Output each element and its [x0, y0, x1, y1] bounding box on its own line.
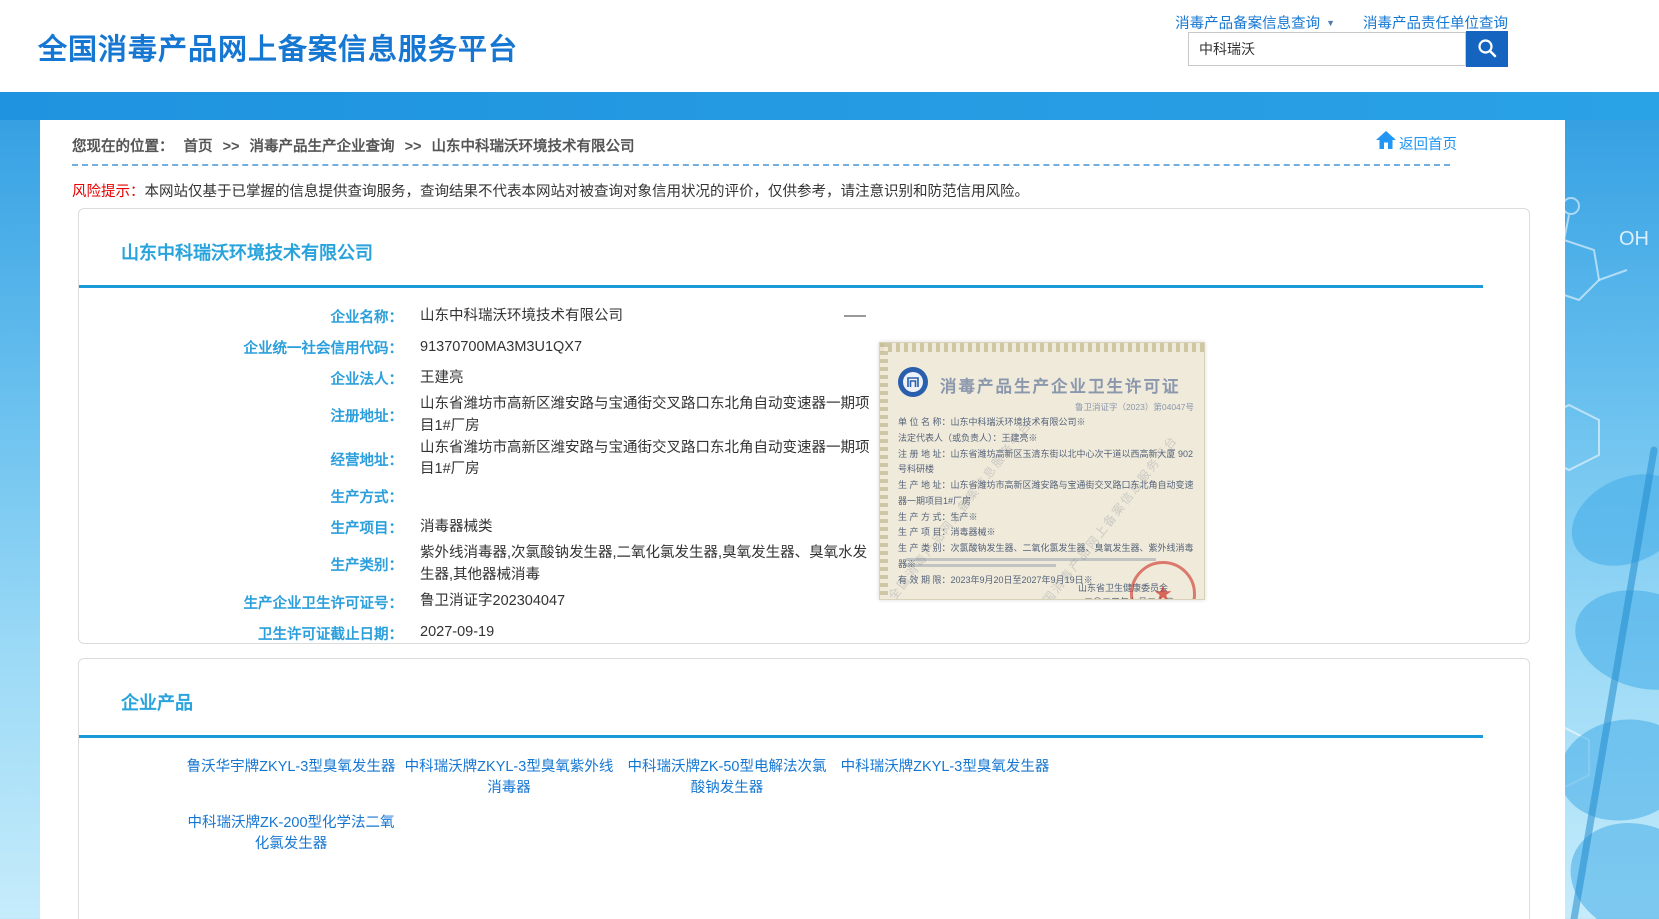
product-link[interactable]: 中科瑞沃牌ZK-50型电解法次氯酸钠发生器 — [621, 757, 833, 799]
certificate-fine-print — [906, 558, 1156, 570]
nav-responsible-unit-query-label: 消毒产品责任单位查询 — [1363, 12, 1508, 33]
certificate-border — [880, 343, 1204, 352]
field-value: 紫外线消毒器,次氯酸钠发生器,二氧化氯发生器,臭氧发生器、臭氧水发生器,其他器械… — [420, 543, 878, 587]
top-nav: 消毒产品备案信息查询 ▼ 消毒产品责任单位查询 — [1175, 12, 1508, 33]
field-value: 山东省潍坊市高新区潍安路与宝通街交叉路口东北角自动变速器一期项目1#厂房 — [420, 438, 878, 482]
nav-record-info-query[interactable]: 消毒产品备案信息查询 ▼ — [1175, 12, 1335, 33]
search-icon — [1476, 37, 1498, 62]
certificate-row: 单 位 名 称：山东中科瑞沃环境技术有限公司※ — [898, 415, 1196, 431]
product-link[interactable]: 中科瑞沃牌ZK-200型化学法二氧化氯发生器 — [185, 813, 397, 855]
field-value: 王建亮 — [420, 368, 464, 390]
breadcrumb-current-page: 山东中科瑞沃环境技术有限公司 — [432, 139, 635, 155]
site-header: 全国消毒产品网上备案信息服务平台 消毒产品备案信息查询 ▼ 消毒产品责任单位查询 — [0, 0, 1659, 92]
breadcrumb-enterprise-query-link[interactable]: 消毒产品生产企业查询 — [250, 139, 395, 155]
products-card: 企业产品 鲁沃华宇牌ZKYL-3型臭氧发生器 中科瑞沃牌ZKYL-3型臭氧紫外线… — [78, 658, 1530, 919]
field-row-production-category: 生产类别： 紫外线消毒器,次氯酸钠发生器,二氧化氯发生器,臭氧发生器、臭氧水发生… — [79, 543, 1529, 587]
field-value: 91370700MA3M3U1QX7 — [420, 337, 582, 359]
nav-responsible-unit-query[interactable]: 消毒产品责任单位查询 — [1363, 12, 1508, 33]
breadcrumb: 您现在的位置： 首页 >> 消毒产品生产企业查询 >> 山东中科瑞沃环境技术有限… — [72, 135, 641, 156]
image-placeholder-dash — [844, 315, 866, 317]
company-card-title: 山东中科瑞沃环境技术有限公司 — [121, 239, 373, 265]
hygiene-license-certificate-image: 消毒产品生产企业卫生许可证 鲁卫消证字（2023）第04047号 单 位 名 称… — [879, 342, 1205, 600]
back-home-link[interactable]: 返回首页 — [1375, 130, 1457, 154]
field-label: 生产类别： — [79, 554, 403, 575]
breadcrumb-home-link[interactable]: 首页 — [184, 139, 213, 155]
field-label: 生产企业卫生许可证号： — [79, 592, 403, 613]
field-value: 山东中科瑞沃环境技术有限公司 — [420, 306, 623, 328]
field-value: 2027-09-19 — [420, 622, 494, 644]
field-label: 企业法人： — [79, 368, 403, 389]
search-input[interactable] — [1188, 32, 1466, 66]
field-label: 企业名称： — [79, 306, 403, 327]
field-label: 卫生许可证截止日期： — [79, 623, 403, 644]
field-row-production-mode: 生产方式： — [79, 481, 1529, 512]
certificate-row: 生 产 地 址：山东省潍坊市高新区潍安路与宝通街交叉路口东北角自动变速器一期项目… — [898, 478, 1196, 510]
field-label: 经营地址： — [79, 449, 403, 470]
svg-text:OH: OH — [1619, 228, 1649, 250]
search-button[interactable] — [1466, 31, 1508, 67]
certificate-number: 鲁卫消证字（2023）第04047号 — [1075, 401, 1194, 413]
certificate-border — [880, 343, 888, 599]
field-value: 消毒器械类 — [420, 517, 493, 539]
certificate-row: 法定代表人（或负责人）：王建亮※ — [898, 431, 1196, 447]
risk-warning-text: 本网站仅基于已掌握的信息提供查询服务，查询结果不代表本网站对被查询对象信用状况的… — [145, 184, 1030, 200]
field-label: 生产方式： — [79, 486, 403, 507]
header-band — [0, 92, 1659, 120]
fine-print-line — [906, 564, 1056, 567]
field-label: 企业统一社会信用代码： — [79, 337, 403, 358]
certificate-title: 消毒产品生产企业卫生许可证 — [940, 373, 1181, 397]
risk-warning-label: 风险提示： — [72, 184, 145, 200]
fine-print-line — [906, 558, 1156, 561]
products-card-title: 企业产品 — [121, 689, 193, 715]
certificate-emblem-icon — [896, 365, 930, 404]
product-list: 鲁沃华宇牌ZKYL-3型臭氧发生器 中科瑞沃牌ZKYL-3型臭氧紫外线消毒器 中… — [185, 757, 1185, 869]
field-row-business-address: 经营地址： 山东省潍坊市高新区潍安路与宝通街交叉路口东北角自动变速器一期项目1#… — [79, 438, 1529, 482]
breadcrumb-prefix: 您现在的位置： — [72, 139, 174, 155]
breadcrumb-separator: >> — [223, 139, 240, 155]
field-row-license-expiry: 卫生许可证截止日期： 2027-09-19 — [79, 618, 1529, 649]
field-row-legal-person: 企业法人： 王建亮 — [79, 363, 1529, 394]
field-row-credit-code: 企业统一社会信用代码： 91370700MA3M3U1QX7 — [79, 332, 1529, 363]
certificate-header: 消毒产品生产企业卫生许可证 — [896, 365, 1196, 404]
field-label: 生产项目： — [79, 517, 403, 538]
seal-star: ★ — [1153, 581, 1173, 600]
field-row-license-number: 生产企业卫生许可证号： 鲁卫消证字202304047 — [79, 587, 1529, 618]
risk-warning: 风险提示：本网站仅基于已掌握的信息提供查询服务，查询结果不代表本网站对被查询对象… — [72, 180, 1029, 201]
search-bar — [1188, 31, 1508, 67]
field-label: 注册地址： — [79, 405, 403, 426]
nav-record-info-query-label: 消毒产品备案信息查询 — [1175, 12, 1320, 33]
chevron-down-icon: ▼ — [1326, 18, 1335, 28]
field-row-company-name: 企业名称： 山东中科瑞沃环境技术有限公司 — [79, 301, 1529, 332]
dashed-divider — [72, 164, 1450, 166]
card-title-underline — [79, 285, 1483, 288]
field-value: 山东省潍坊市高新区潍安路与宝通街交叉路口东北角自动变速器一期项目1#厂房 — [420, 394, 878, 438]
product-link[interactable]: 鲁沃华宇牌ZKYL-3型臭氧发生器 — [185, 757, 397, 799]
main-content: 您现在的位置： 首页 >> 消毒产品生产企业查询 >> 山东中科瑞沃环境技术有限… — [40, 120, 1565, 919]
site-title: 全国消毒产品网上备案信息服务平台 — [38, 26, 518, 68]
company-info-card: 山东中科瑞沃环境技术有限公司 企业名称： 山东中科瑞沃环境技术有限公司 企业统一… — [78, 208, 1530, 644]
back-home-label: 返回首页 — [1399, 133, 1457, 154]
field-value: 鲁卫消证字202304047 — [420, 591, 565, 613]
card-title-underline — [79, 735, 1483, 738]
product-link[interactable]: 中科瑞沃牌ZKYL-3型臭氧紫外线消毒器 — [403, 757, 615, 799]
home-icon — [1375, 130, 1397, 154]
field-row-registered-address: 注册地址： 山东省潍坊市高新区潍安路与宝通街交叉路口东北角自动变速器一期项目1#… — [79, 394, 1529, 438]
company-fields: 企业名称： 山东中科瑞沃环境技术有限公司 企业统一社会信用代码： 9137070… — [79, 301, 1529, 649]
field-row-production-project: 生产项目： 消毒器械类 — [79, 512, 1529, 543]
product-link[interactable]: 中科瑞沃牌ZKYL-3型臭氧发生器 — [839, 757, 1051, 799]
breadcrumb-separator: >> — [405, 139, 422, 155]
